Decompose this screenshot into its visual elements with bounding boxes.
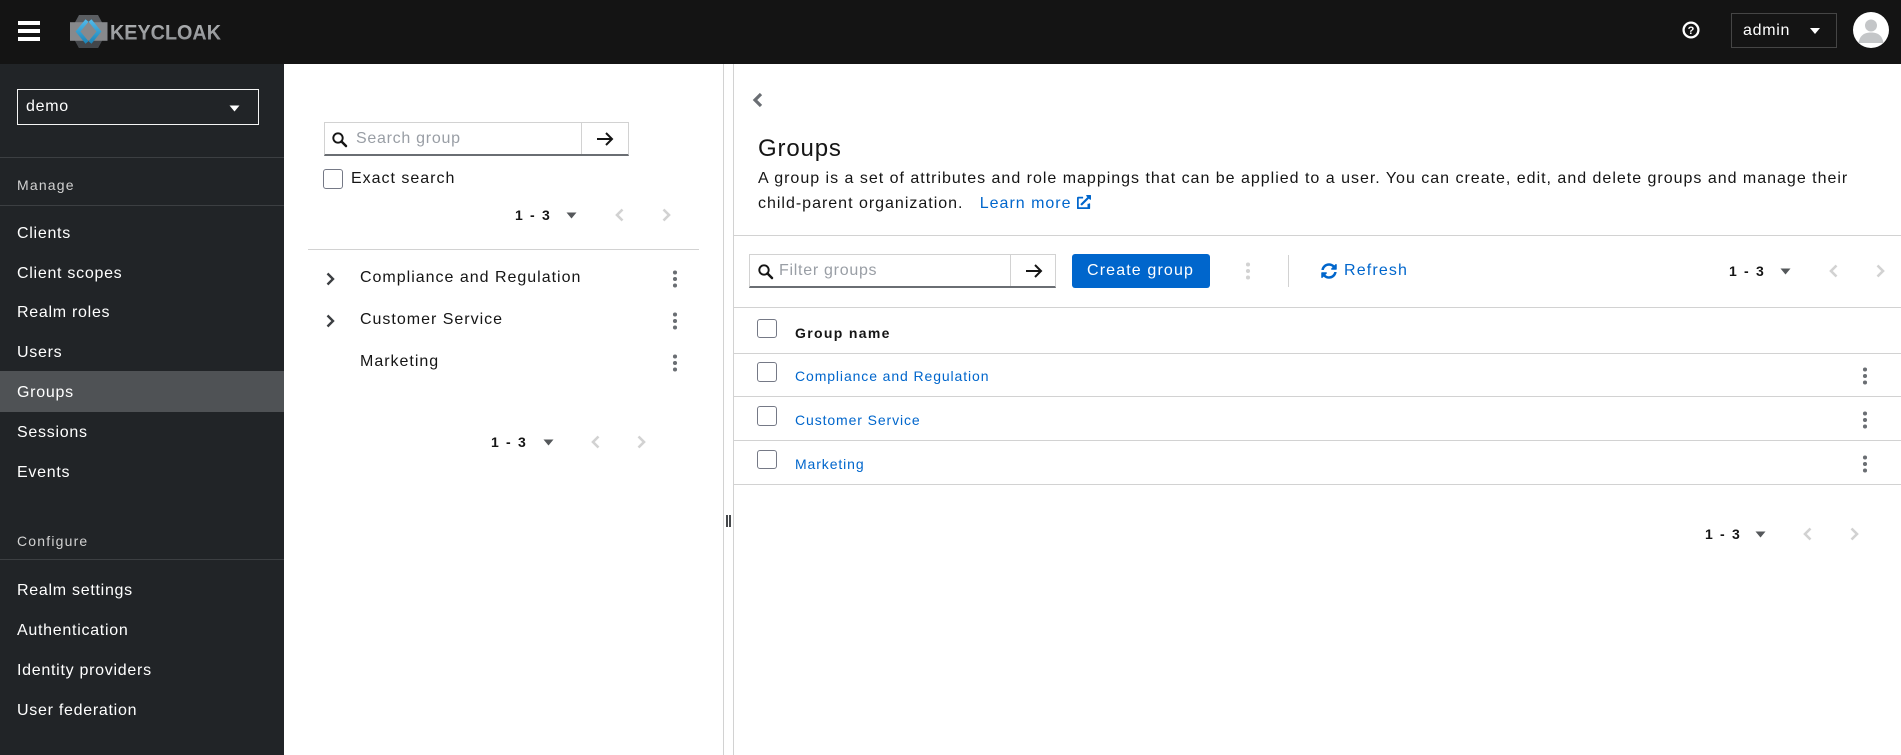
svg-text:KEYCLOAK: KEYCLOAK [110, 21, 221, 45]
svg-text:?: ? [1688, 25, 1695, 37]
